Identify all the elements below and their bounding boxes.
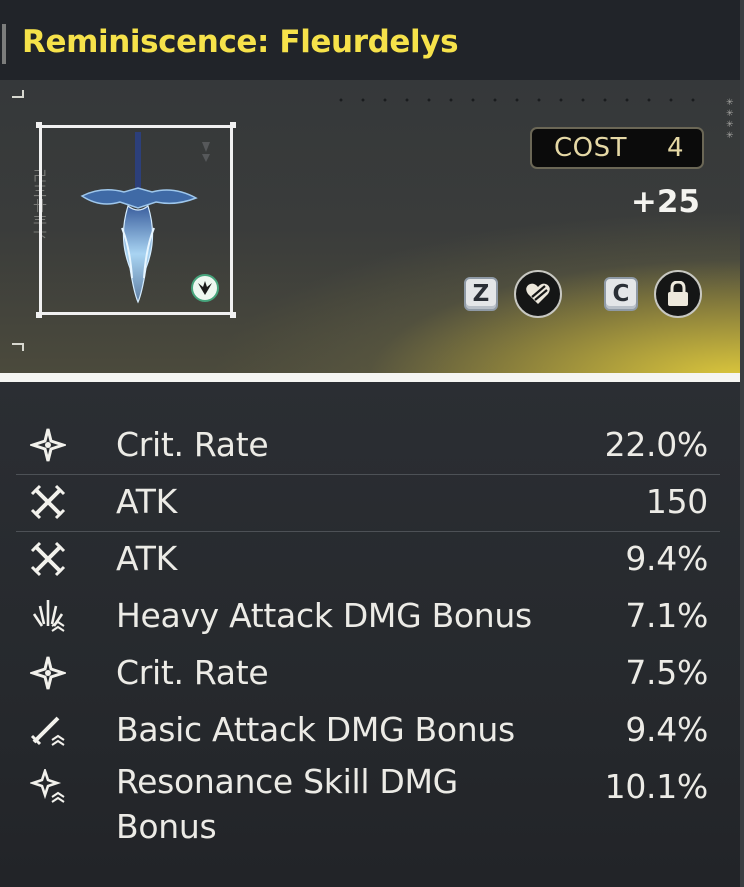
stat-row: ATK 9.4% (16, 531, 720, 588)
heavy-attack-icon (32, 600, 65, 632)
echo-level: +25 (630, 184, 700, 220)
stat-name: Resonance Skill DMG Bonus (116, 762, 458, 846)
stat-row: Heavy Attack DMG Bonus 7.1% (16, 588, 720, 645)
lock-icon (668, 281, 688, 306)
basic-attack-icon (30, 716, 65, 746)
echo-title: Reminiscence: Fleurdelys (22, 24, 459, 60)
frame-corner (230, 312, 236, 318)
header-accent-bar (2, 24, 6, 64)
decorative-dots (330, 98, 710, 102)
cost-label: COST (554, 133, 628, 163)
cost-badge: COST 4 (530, 127, 704, 169)
stat-name: Crit. Rate (116, 653, 269, 692)
stat-name: Basic Attack DMG Bonus (116, 710, 515, 749)
sonata-emblem-icon (191, 274, 219, 302)
cost-value: 4 (666, 133, 684, 163)
crit-star-icon (30, 656, 66, 690)
stat-name: ATK (116, 539, 177, 578)
stat-value: 7.5% (625, 653, 708, 692)
stat-value: 10.1% (604, 767, 709, 806)
echo-sword-image (80, 132, 210, 304)
crossed-swords-icon (30, 541, 66, 577)
stat-value: 9.4% (625, 710, 708, 749)
panel-header: Reminiscence: Fleurdelys (0, 0, 740, 80)
echo-detail-panel: Reminiscence: Fleurdelys ✳ ✳ ✳ ✳ 卍三卄丰卞 COST… (0, 0, 744, 887)
discard-hotkey: Z (464, 277, 498, 311)
stat-name: Heavy Attack DMG Bonus (116, 596, 532, 635)
frame-corner (36, 122, 42, 128)
corner-tick (22, 343, 24, 351)
frame-corner (230, 122, 236, 128)
art-divider (0, 373, 740, 382)
lock-button[interactable] (654, 270, 702, 318)
heart-broken-icon (526, 283, 550, 304)
stat-value: 7.1% (625, 596, 708, 635)
discard-button[interactable] (514, 270, 562, 318)
stat-name: ATK (116, 482, 177, 521)
stat-row: Resonance Skill DMG Bonus 10.1% (16, 759, 720, 855)
frame-corner (36, 312, 42, 318)
lock-hotkey: C (604, 277, 638, 311)
stat-row: ATK 150 (16, 474, 720, 532)
crossed-swords-icon (30, 484, 66, 520)
corner-tick (22, 90, 24, 98)
stat-row: Crit. Rate 22.0% (16, 417, 720, 475)
stat-value: 9.4% (625, 539, 708, 578)
crit-star-icon (30, 428, 66, 462)
stat-row: Basic Attack DMG Bonus 9.4% (16, 702, 720, 759)
stat-name: Crit. Rate (116, 425, 269, 464)
resonance-skill-icon (30, 769, 65, 803)
stat-value: 22.0% (604, 425, 709, 464)
decorative-stars: ✳ ✳ ✳ ✳ (726, 98, 734, 141)
stat-value: 150 (645, 482, 708, 521)
stat-row: Crit. Rate 7.5% (16, 645, 720, 702)
